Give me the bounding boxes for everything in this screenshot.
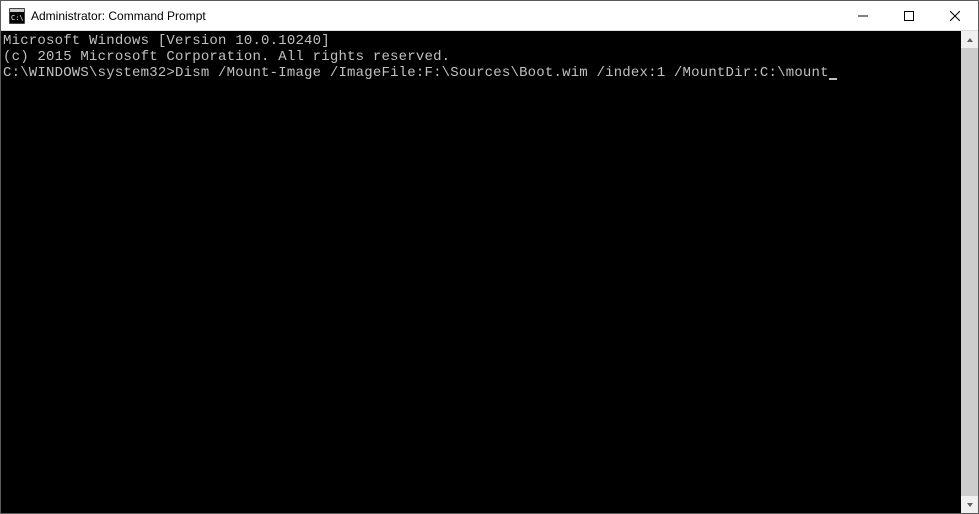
- svg-text:C:\: C:\: [11, 14, 24, 22]
- vertical-scrollbar[interactable]: [961, 31, 978, 513]
- terminal-prompt: C:\WINDOWS\system32>: [3, 65, 175, 81]
- window-title: Administrator: Command Prompt: [31, 9, 840, 23]
- terminal-line: (c) 2015 Microsoft Corporation. All righ…: [3, 49, 961, 65]
- terminal-line: Microsoft Windows [Version 10.0.10240]: [3, 33, 961, 49]
- terminal-content[interactable]: Microsoft Windows [Version 10.0.10240](c…: [1, 31, 961, 513]
- terminal-command: Dism /Mount-Image /ImageFile:F:\Sources\…: [175, 65, 829, 81]
- terminal-prompt-line: C:\WINDOWS\system32>Dism /Mount-Image /I…: [3, 65, 961, 81]
- window-controls: [840, 1, 978, 30]
- scroll-thumb[interactable]: [961, 48, 978, 496]
- scroll-track[interactable]: [961, 48, 978, 496]
- terminal-area: Microsoft Windows [Version 10.0.10240](c…: [1, 31, 978, 513]
- cmd-icon: C:\: [9, 8, 25, 24]
- maximize-button[interactable]: [886, 1, 932, 30]
- cursor: [829, 78, 837, 80]
- titlebar[interactable]: C:\ Administrator: Command Prompt: [1, 1, 978, 31]
- minimize-button[interactable]: [840, 1, 886, 30]
- close-button[interactable]: [932, 1, 978, 30]
- scroll-down-button[interactable]: [961, 496, 978, 513]
- scroll-up-button[interactable]: [961, 31, 978, 48]
